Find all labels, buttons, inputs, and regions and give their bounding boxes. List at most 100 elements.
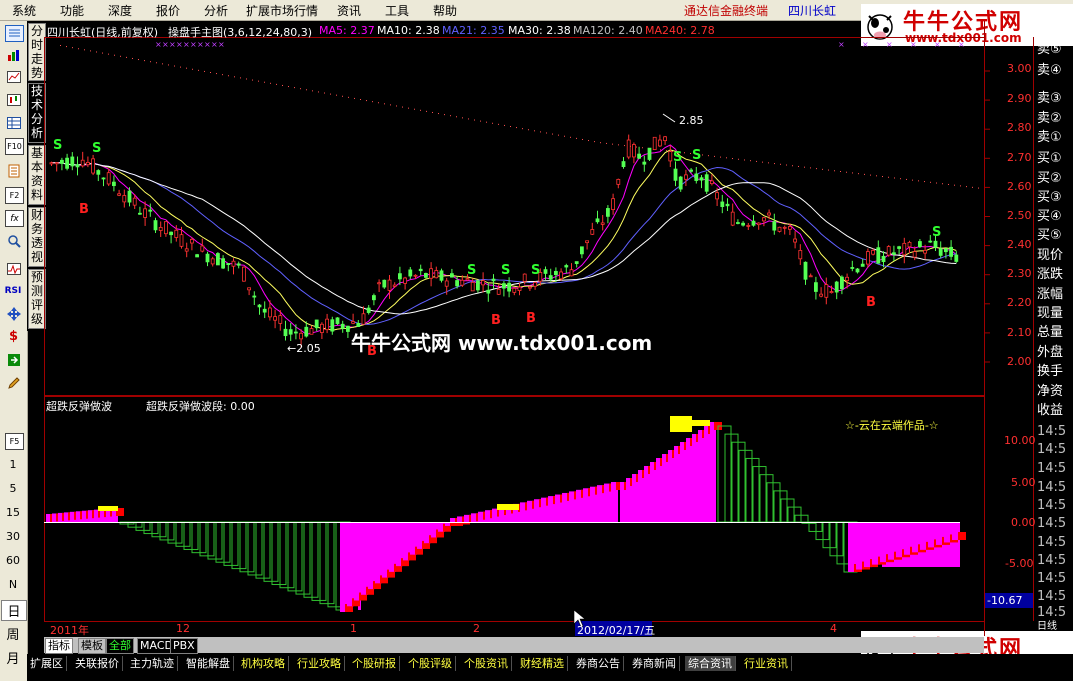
- ma240-dot: [552, 133, 553, 135]
- candle-body: [845, 276, 849, 282]
- ma240-dot: [804, 166, 805, 168]
- cross-marker: ×: [211, 40, 218, 49]
- tick-time-label: 14:5: [1037, 589, 1067, 604]
- cross-marker: ×: [183, 40, 190, 49]
- candle-body: [855, 268, 860, 273]
- ma240-dot: [924, 181, 925, 183]
- fbar-item[interactable]: 个股研报: [349, 656, 400, 671]
- quote-field-label: 换手: [1037, 364, 1064, 379]
- oscillator-bar: [215, 521, 231, 563]
- candle-body: [574, 261, 579, 264]
- candle-body: [361, 313, 366, 325]
- indicator-name[interactable]: 操盘手主图(3,6,12,24,80,3): [168, 24, 312, 40]
- tab-templates[interactable]: 模板: [78, 638, 106, 654]
- candle-body: [928, 240, 933, 243]
- candle-body: [569, 269, 574, 277]
- sell-signal: S: [673, 150, 683, 165]
- candle-body: [241, 266, 246, 282]
- tick-time-label: 14:5: [1037, 535, 1067, 550]
- ma240-dot: [936, 182, 937, 184]
- candle-body: [127, 190, 132, 203]
- cross-marker: ×: [838, 40, 845, 49]
- candle-body: [938, 248, 943, 256]
- candle-body: [626, 139, 631, 158]
- moving-average-lines: [51, 144, 957, 335]
- tick-time-label: 14:5: [1037, 480, 1067, 495]
- candle-body: [512, 287, 517, 293]
- candle-body: [507, 282, 512, 292]
- candle-body: [288, 329, 293, 335]
- candle-body: [777, 226, 782, 232]
- fbar-item[interactable]: 行业资讯: [741, 656, 792, 671]
- candle-body: [153, 220, 158, 231]
- candle-body: [642, 161, 647, 165]
- candle-body: [819, 293, 823, 297]
- fbar-item[interactable]: 主力轨迹: [127, 656, 178, 671]
- cross-marker: ×: [204, 40, 211, 49]
- ma240-dot: [840, 171, 841, 172]
- oscillator-bar: [674, 446, 680, 522]
- ma240-dot: [876, 175, 877, 177]
- candle-body: [148, 209, 153, 212]
- ma240-dot: [144, 60, 145, 62]
- candle-body: [782, 226, 787, 229]
- date-axis-label: 2: [473, 622, 480, 635]
- oscillator-bar: [255, 521, 271, 579]
- ma240-dot: [378, 102, 379, 104]
- quote-field-label: 涨跌: [1037, 267, 1064, 282]
- candle-body: [871, 249, 875, 255]
- fbar-item[interactable]: 扩展区: [27, 656, 67, 671]
- fbar-item[interactable]: 个股评级: [405, 656, 456, 671]
- ma240-dot: [948, 183, 949, 185]
- candle-body: [522, 273, 527, 282]
- price-axis-label: 2.40: [1007, 238, 1032, 251]
- oscillator-bar: [340, 522, 347, 612]
- fbar-item[interactable]: 关联报价: [72, 656, 123, 671]
- candle-body: [278, 315, 283, 324]
- ma240-dot: [348, 96, 349, 98]
- candle-body: [918, 241, 922, 248]
- tick-time-label: 14:5: [1037, 553, 1067, 568]
- fbar-item[interactable]: 个股资讯: [461, 656, 512, 671]
- tick-time-label: 14:5: [1037, 605, 1067, 620]
- ma240-dot: [624, 145, 625, 147]
- candle-body: [866, 251, 870, 265]
- date-axis-label: 4: [830, 622, 837, 635]
- ma240-dot: [312, 90, 313, 92]
- ma240-dot: [822, 168, 823, 170]
- ma240-dot: [816, 168, 817, 170]
- ma240-dot: [732, 158, 733, 160]
- oscillator-bar: [680, 442, 686, 522]
- tab-pbx[interactable]: PBX: [170, 638, 198, 654]
- fbar-item[interactable]: 综合资讯: [685, 656, 736, 671]
- price-axis-label: 2.00: [1007, 355, 1032, 368]
- order-book-label: 买⑤: [1037, 228, 1062, 243]
- ma240-dot: [738, 158, 739, 160]
- candle-body: [429, 268, 434, 279]
- oscillator-bar: [287, 521, 303, 592]
- subchart-axis-label: 0.00: [1011, 516, 1036, 529]
- ma240-dot: [864, 173, 865, 175]
- candle-body: [548, 275, 553, 280]
- candle-body: [210, 258, 215, 265]
- tab-indicators[interactable]: 指标: [45, 638, 73, 654]
- ma240-dot: [702, 154, 703, 156]
- candle-body: [195, 254, 200, 258]
- fbar-item[interactable]: 行业攻略: [294, 656, 345, 671]
- candle-body: [184, 248, 189, 252]
- tab-all[interactable]: 全部: [106, 638, 134, 654]
- candle-body: [54, 162, 59, 165]
- fbar-item[interactable]: 券商新闻: [629, 656, 680, 671]
- fbar-item[interactable]: 智能解盘: [183, 656, 234, 671]
- fbar-item[interactable]: 券商公告: [573, 656, 624, 671]
- candle-body: [340, 323, 345, 329]
- candle-body: [528, 286, 532, 289]
- fbar-item[interactable]: 机构攻略: [238, 656, 289, 671]
- ma240-dot: [336, 94, 337, 96]
- ma240-dot: [60, 45, 61, 46]
- fbar-item[interactable]: 财经精选: [517, 656, 568, 671]
- oscillator-bar: [295, 521, 311, 595]
- tick-time-label: 14:5: [1037, 442, 1067, 457]
- candle-body: [226, 263, 231, 266]
- subchart-name[interactable]: 超跌反弹做波: [46, 398, 112, 414]
